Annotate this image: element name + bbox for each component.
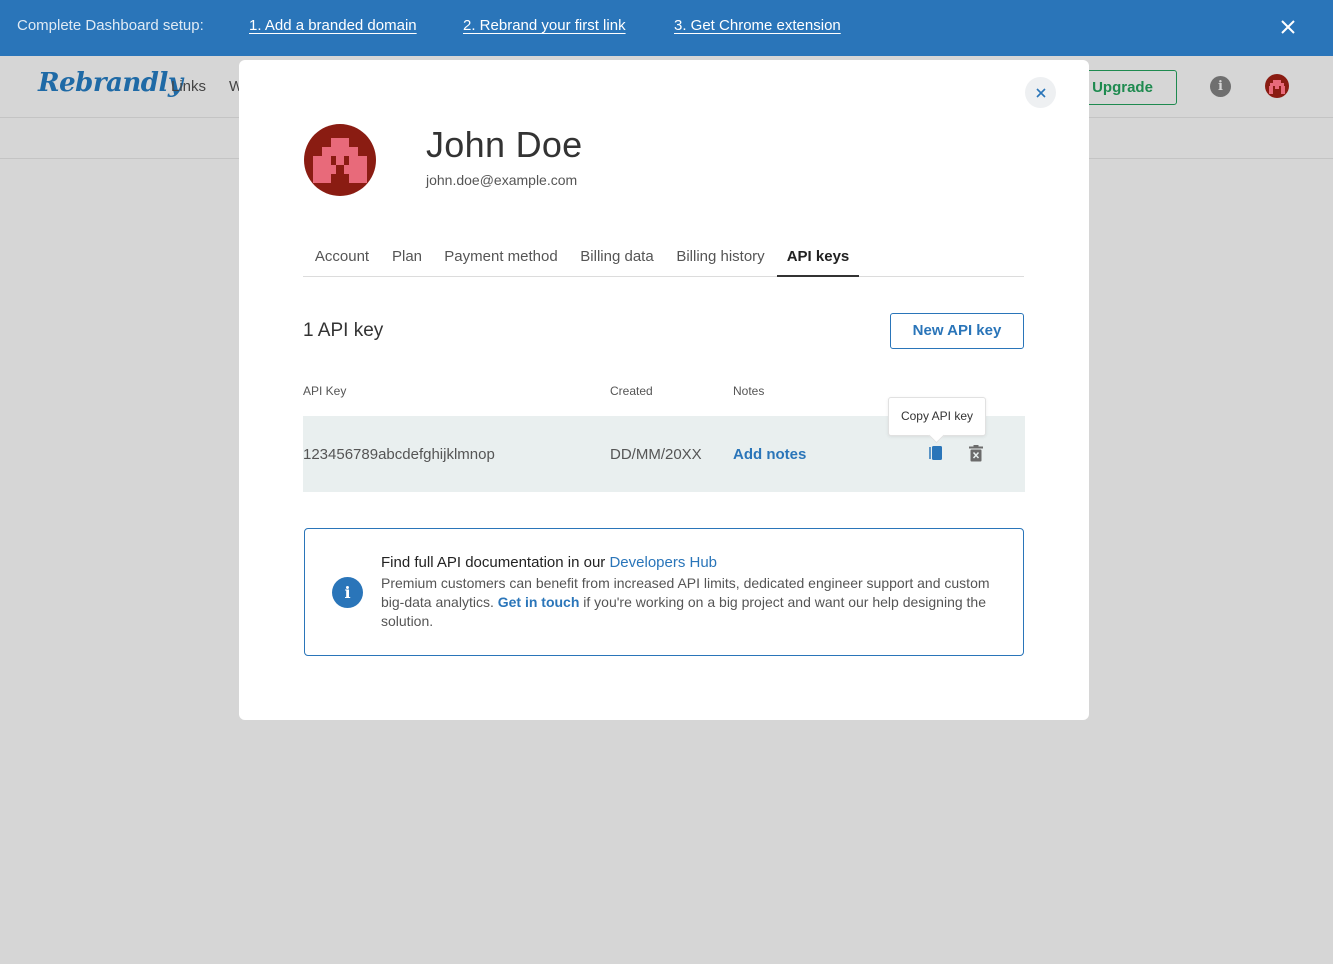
profile-avatar bbox=[304, 124, 376, 196]
api-key-count: 1 API key bbox=[303, 320, 384, 341]
trash-icon[interactable] bbox=[969, 445, 983, 462]
close-modal-button[interactable] bbox=[1025, 77, 1056, 108]
profile-email: john.doe@example.com bbox=[426, 172, 578, 188]
tab-api-keys[interactable]: API keys bbox=[777, 248, 859, 277]
api-key-value: 123456789abcdefghijklmnop bbox=[303, 446, 495, 463]
rebrandly-logo: Rebrandly bbox=[38, 68, 183, 98]
column-header-created: Created bbox=[610, 384, 653, 398]
tab-billing-history[interactable]: Billing history bbox=[673, 248, 768, 277]
info-circle-icon: i bbox=[332, 577, 363, 608]
profile-name: John Doe bbox=[426, 124, 583, 165]
setup-step-chrome-extension[interactable]: 3. Get Chrome extension bbox=[674, 17, 841, 34]
tab-plan[interactable]: Plan bbox=[388, 248, 426, 277]
setup-banner-prefix: Complete Dashboard setup: bbox=[17, 17, 204, 34]
get-in-touch-link[interactable]: Get in touch bbox=[498, 594, 580, 610]
account-modal: John Doe john.doe@example.com Account Pl… bbox=[239, 60, 1089, 720]
created-date: DD/MM/20XX bbox=[610, 446, 702, 463]
account-tabs: Account Plan Payment method Billing data… bbox=[303, 248, 1024, 277]
copy-icon[interactable] bbox=[928, 444, 944, 462]
column-header-notes: Notes bbox=[733, 384, 765, 398]
setup-step-add-domain[interactable]: 1. Add a branded domain bbox=[249, 17, 417, 34]
tab-account[interactable]: Account bbox=[303, 248, 381, 277]
setup-step-rebrand-link[interactable]: 2. Rebrand your first link bbox=[463, 17, 626, 34]
tab-payment-method[interactable]: Payment method bbox=[441, 248, 561, 277]
new-api-key-button[interactable]: New API key bbox=[890, 313, 1024, 349]
user-avatar[interactable] bbox=[1265, 74, 1289, 98]
tab-billing-data[interactable]: Billing data bbox=[575, 248, 659, 277]
close-banner-icon[interactable] bbox=[1279, 16, 1297, 38]
add-notes-link[interactable]: Add notes bbox=[733, 446, 806, 463]
info-icon[interactable]: i bbox=[1210, 76, 1231, 97]
developers-hub-link[interactable]: Developers Hub bbox=[609, 554, 717, 571]
api-info-heading: Find full API documentation in our Devel… bbox=[381, 553, 991, 572]
api-info-box: i Find full API documentation in our Dev… bbox=[304, 528, 1024, 656]
api-info-heading-text: Find full API documentation in our bbox=[381, 554, 606, 571]
nav-links[interactable]: Links bbox=[171, 78, 206, 95]
api-info-text: Find full API documentation in our Devel… bbox=[381, 553, 991, 631]
copy-api-key-tooltip: Copy API key bbox=[888, 397, 986, 436]
setup-banner: Complete Dashboard setup: 1. Add a brand… bbox=[0, 0, 1333, 56]
close-icon bbox=[1035, 88, 1046, 98]
column-header-api-key: API Key bbox=[303, 384, 347, 398]
